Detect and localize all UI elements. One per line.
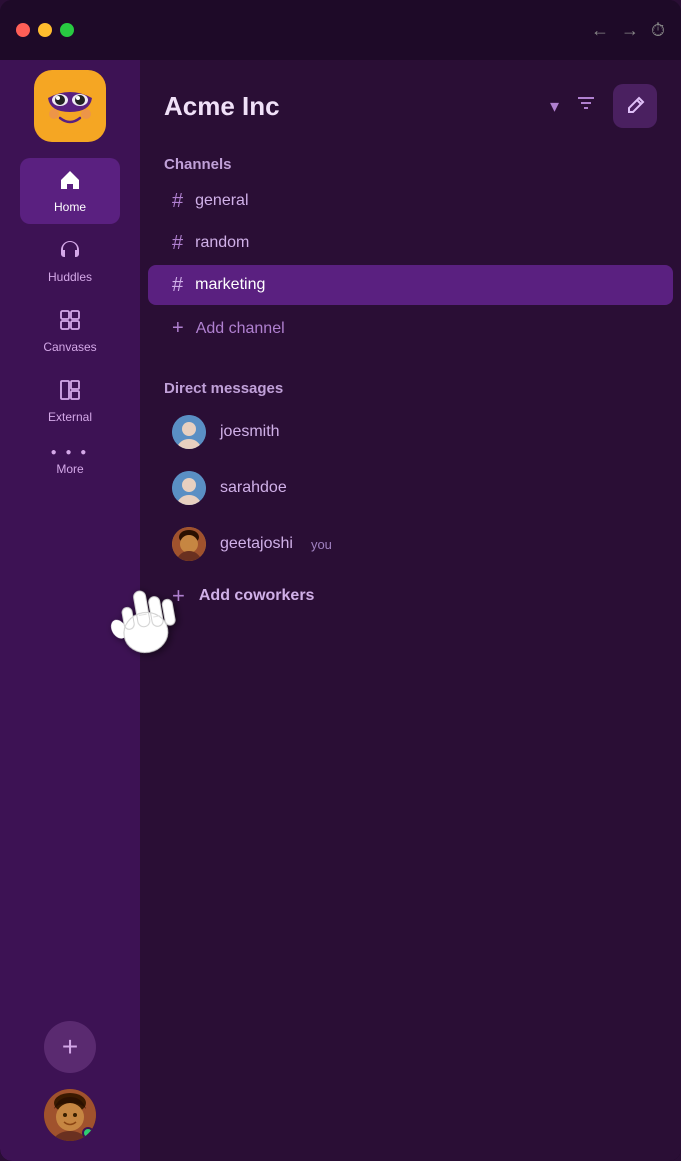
sidebar-bottom: + [44, 1001, 96, 1141]
dm-item-joesmith[interactable]: joesmith [148, 405, 673, 459]
minimize-button[interactable] [38, 23, 52, 37]
channel-item-random[interactable]: # random [148, 223, 673, 263]
avatar-sarahdoe [172, 471, 206, 505]
user-avatar[interactable] [44, 1089, 96, 1141]
avatar-geetajoshi [172, 527, 206, 561]
close-button[interactable] [16, 23, 30, 37]
sidebar: Home Huddles [0, 60, 140, 1161]
channel-panel: Acme Inc ▾ Channels [140, 60, 681, 1161]
you-badge: you [311, 537, 332, 552]
channel-item-general[interactable]: # general [148, 181, 673, 221]
dm-name-joesmith: joesmith [220, 423, 280, 441]
traffic-lights [16, 23, 74, 37]
hash-icon-random: # [172, 233, 183, 253]
titlebar-nav: ← → ⏱ [591, 20, 665, 41]
compose-button[interactable] [613, 84, 657, 128]
filter-button[interactable] [571, 88, 601, 124]
hash-icon-marketing: # [172, 275, 183, 295]
canvases-icon [58, 308, 82, 336]
channel-panel-header: Acme Inc ▾ [140, 60, 681, 148]
sidebar-item-external[interactable]: External [20, 368, 120, 434]
sidebar-item-more[interactable]: ● ● ● More [20, 438, 120, 486]
channels-section-label: Channels [140, 148, 681, 179]
add-coworkers-item[interactable]: + Add coworkers [148, 573, 673, 619]
sidebar-item-label-home: Home [54, 200, 86, 214]
add-channel-label: Add channel [196, 320, 285, 338]
back-arrow-icon[interactable]: ← [591, 20, 609, 41]
sidebar-item-label-external: External [48, 410, 92, 424]
channel-name-marketing: marketing [195, 276, 265, 294]
add-workspace-button[interactable]: + [44, 1021, 96, 1073]
direct-messages-section-label: Direct messages [140, 372, 681, 403]
titlebar: ← → ⏱ [0, 0, 681, 60]
app-layout: Home Huddles [0, 60, 681, 1161]
sidebar-item-home[interactable]: Home [20, 158, 120, 224]
dm-item-geetajoshi[interactable]: geetajoshi you [148, 517, 673, 571]
headphones-icon [58, 238, 82, 266]
workspace-name[interactable]: Acme Inc [164, 91, 538, 122]
channel-name-general: general [195, 192, 248, 210]
workspace-logo[interactable] [34, 70, 106, 142]
plus-icon: + [62, 1031, 78, 1063]
maximize-button[interactable] [60, 23, 74, 37]
sidebar-item-label-more: More [56, 462, 83, 476]
add-channel-item[interactable]: + Add channel [148, 307, 673, 350]
more-dots-icon: ● ● ● [51, 448, 90, 458]
sidebar-item-label-canvases: Canvases [43, 340, 96, 354]
add-coworkers-plus-icon: + [172, 583, 185, 609]
online-status-dot [82, 1127, 94, 1139]
external-icon [58, 378, 82, 406]
add-channel-plus-icon: + [172, 317, 184, 340]
channel-item-marketing[interactable]: # marketing [148, 265, 673, 305]
dm-name-sarahdoe: sarahdoe [220, 479, 287, 497]
hash-icon-general: # [172, 191, 183, 211]
workspace-dropdown-icon[interactable]: ▾ [550, 96, 559, 117]
add-coworkers-label: Add coworkers [199, 587, 315, 605]
history-icon[interactable]: ⏱ [651, 20, 665, 41]
sidebar-item-canvases[interactable]: Canvases [20, 298, 120, 364]
sidebar-item-label-huddles: Huddles [48, 270, 92, 284]
home-icon [58, 168, 82, 196]
sidebar-item-huddles[interactable]: Huddles [20, 228, 120, 294]
dm-item-sarahdoe[interactable]: sarahdoe [148, 461, 673, 515]
sidebar-navigation: Home Huddles [0, 158, 140, 1001]
channel-name-random: random [195, 234, 249, 252]
dm-name-geetajoshi: geetajoshi [220, 535, 293, 553]
forward-arrow-icon[interactable]: → [621, 20, 639, 41]
app-window: ← → ⏱ [0, 0, 681, 1161]
avatar-joesmith [172, 415, 206, 449]
